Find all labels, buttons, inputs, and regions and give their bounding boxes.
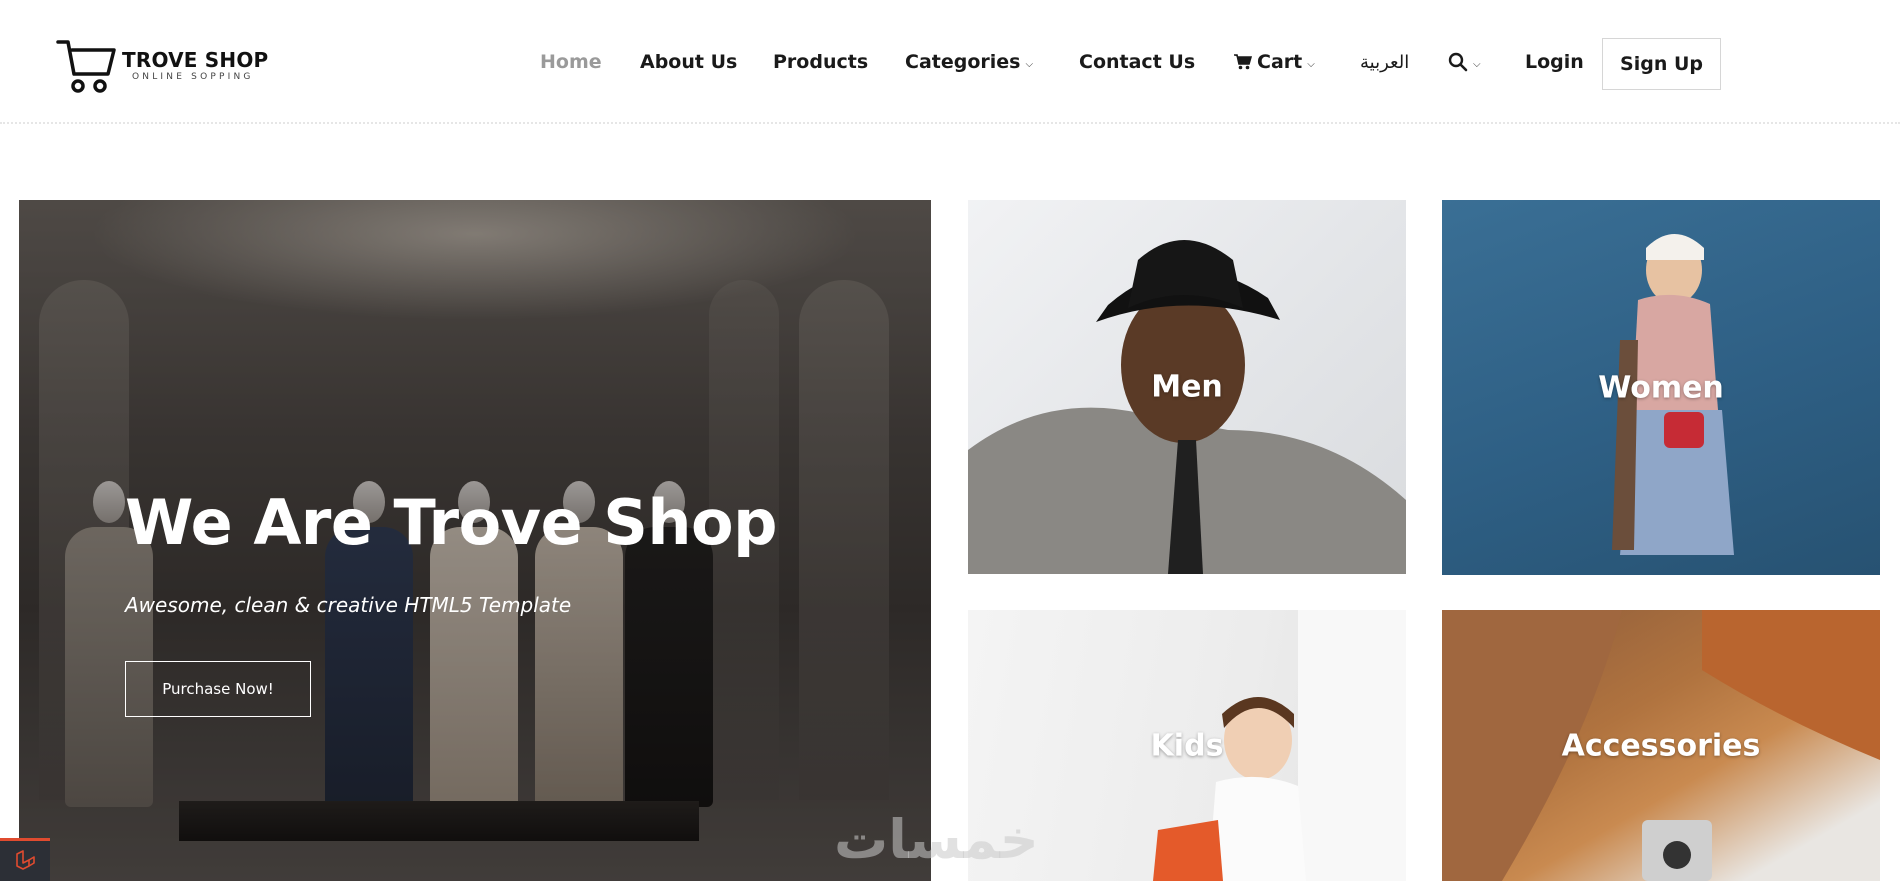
site-header: TROVE SHOP ONLINE SOPPING Home About Us …	[0, 0, 1900, 124]
laravel-debug-badge[interactable]	[0, 838, 50, 881]
hero-title: We Are Trove Shop	[125, 486, 777, 559]
chevron-down-icon: ⌵	[1473, 58, 1481, 70]
purchase-now-button[interactable]: Purchase Now!	[125, 661, 311, 717]
nav-home-label: Home	[540, 51, 602, 73]
search-icon	[1448, 52, 1468, 72]
nav-contact-label: Contact Us	[1079, 51, 1196, 73]
nav-login[interactable]: Login	[1525, 44, 1584, 80]
nav-categories[interactable]: Categories ⌵	[905, 44, 1033, 80]
nav-cart[interactable]: Cart ⌵	[1234, 44, 1315, 80]
nav-home[interactable]: Home	[540, 44, 602, 80]
category-label-women: Women	[1598, 370, 1724, 405]
category-tile-accessories[interactable]: Accessories	[1442, 610, 1880, 881]
category-label-men: Men	[1151, 369, 1223, 405]
cart-icon	[1234, 54, 1252, 70]
nav-categories-label: Categories	[905, 51, 1021, 73]
nav-cart-label: Cart	[1257, 51, 1303, 73]
category-label-kids: Kids	[1150, 728, 1224, 763]
category-tile-men[interactable]: Men	[968, 200, 1406, 574]
nav-about-us[interactable]: About Us	[640, 44, 737, 80]
nav-language-label: العربية	[1360, 51, 1410, 73]
nav-language-arabic[interactable]: العربية	[1360, 44, 1409, 80]
nav-login-label: Login	[1525, 51, 1584, 73]
nav-products[interactable]: Products	[773, 44, 868, 80]
nav-search[interactable]: ⌵	[1448, 44, 1481, 80]
nav-about-label: About Us	[640, 51, 738, 73]
watermark-logo: خمسات	[834, 808, 1039, 871]
category-tile-women[interactable]: Women	[1442, 200, 1880, 575]
chevron-down-icon: ⌵	[1307, 58, 1315, 70]
category-label-accessories: Accessories	[1561, 728, 1761, 763]
hero-banner: We Are Trove Shop Awesome, clean & creat…	[19, 200, 931, 881]
chevron-down-icon: ⌵	[1025, 58, 1034, 70]
nav-contact-us[interactable]: Contact Us	[1079, 44, 1195, 80]
nav-products-label: Products	[773, 51, 869, 73]
laravel-icon	[16, 850, 35, 870]
hero-subtitle: Awesome, clean & creative HTML5 Template	[125, 593, 572, 617]
signup-button[interactable]: Sign Up	[1602, 38, 1721, 90]
